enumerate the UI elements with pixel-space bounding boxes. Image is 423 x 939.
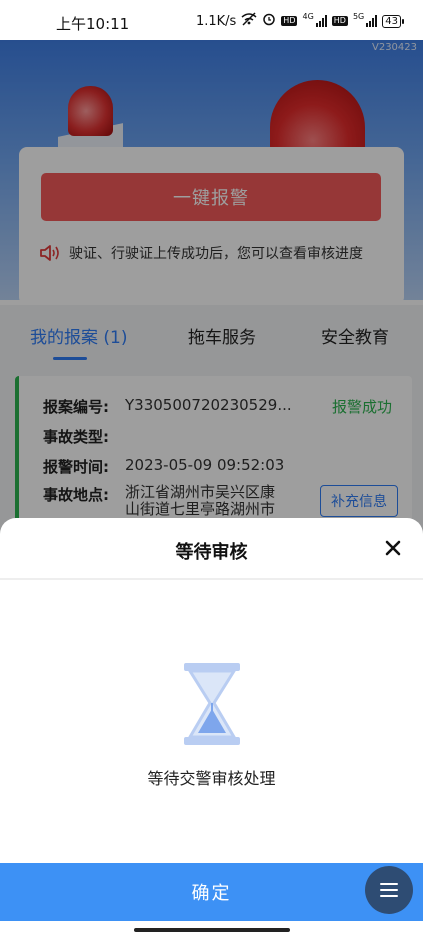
signal-icon-2 [366, 15, 378, 27]
wifi-off-icon [241, 12, 257, 30]
status-time: 上午10:11 [56, 15, 130, 33]
sheet-title: 等待审核 [175, 542, 248, 563]
status-icons: 1.1K/s HD 4G HD 5G 43 [195, 11, 404, 30]
close-icon[interactable] [383, 538, 403, 558]
sheet-divider [0, 578, 423, 580]
home-indicator[interactable] [134, 928, 290, 932]
network-4g-icon: 4G [302, 11, 314, 21]
confirm-button[interactable]: 确定 [0, 863, 423, 921]
battery-icon: 43 [382, 14, 404, 28]
menu-icon[interactable] [365, 866, 413, 914]
alarm-clock-icon [262, 12, 276, 30]
signal-icon [315, 15, 327, 27]
pending-message: 等待交警审核处理 [147, 769, 276, 788]
hourglass-icon [182, 663, 242, 745]
hd-icon-2: HD [331, 16, 348, 26]
hd-icon: HD [281, 16, 298, 26]
network-5g-icon: 5G [352, 11, 365, 21]
review-pending-sheet: 等待审核 等待交警审核处理 确定 [0, 518, 423, 939]
net-speed: 1.1K/s [195, 13, 237, 29]
status-bar: 上午10:11 1.1K/s HD 4G HD 5G 43 [0, 0, 423, 40]
